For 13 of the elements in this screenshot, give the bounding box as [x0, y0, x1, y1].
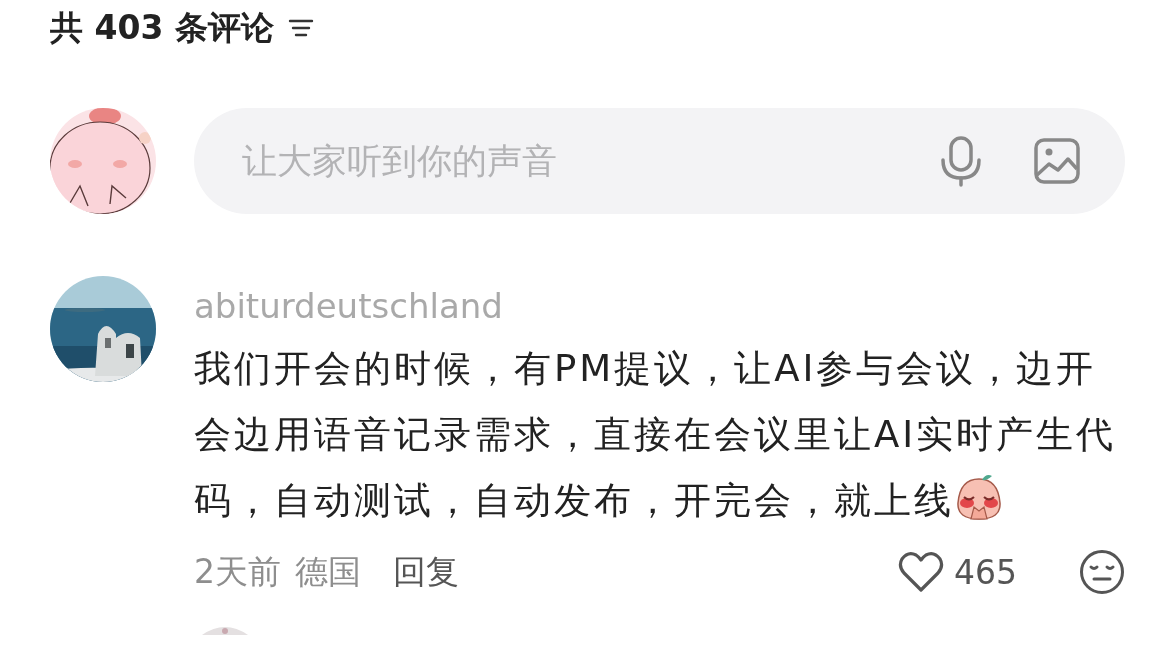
- sort-icon[interactable]: [287, 18, 314, 38]
- neutral-face-icon[interactable]: [1079, 549, 1125, 595]
- microphone-icon[interactable]: [939, 135, 983, 187]
- comment-time: 2天前: [194, 550, 281, 593]
- like-count: 465: [954, 552, 1017, 592]
- image-icon[interactable]: [1033, 137, 1081, 185]
- emoji-icon: [954, 473, 1004, 521]
- reply-button[interactable]: 回复: [393, 549, 459, 595]
- comment-count-title: 共 403 条评论: [50, 6, 274, 49]
- comment-text: 我们开会的时候，有PM提议，让AI参与会议，边开会边用语音记录需求，直接在会议里让AI实时产生代码，自动测试，自动发布，开完会，就上线: [194, 346, 1118, 524]
- heart-icon[interactable]: [898, 551, 944, 593]
- comment-location: 德国: [295, 550, 361, 593]
- comment-input-field[interactable]: 让大家听到你的声音: [194, 108, 1125, 214]
